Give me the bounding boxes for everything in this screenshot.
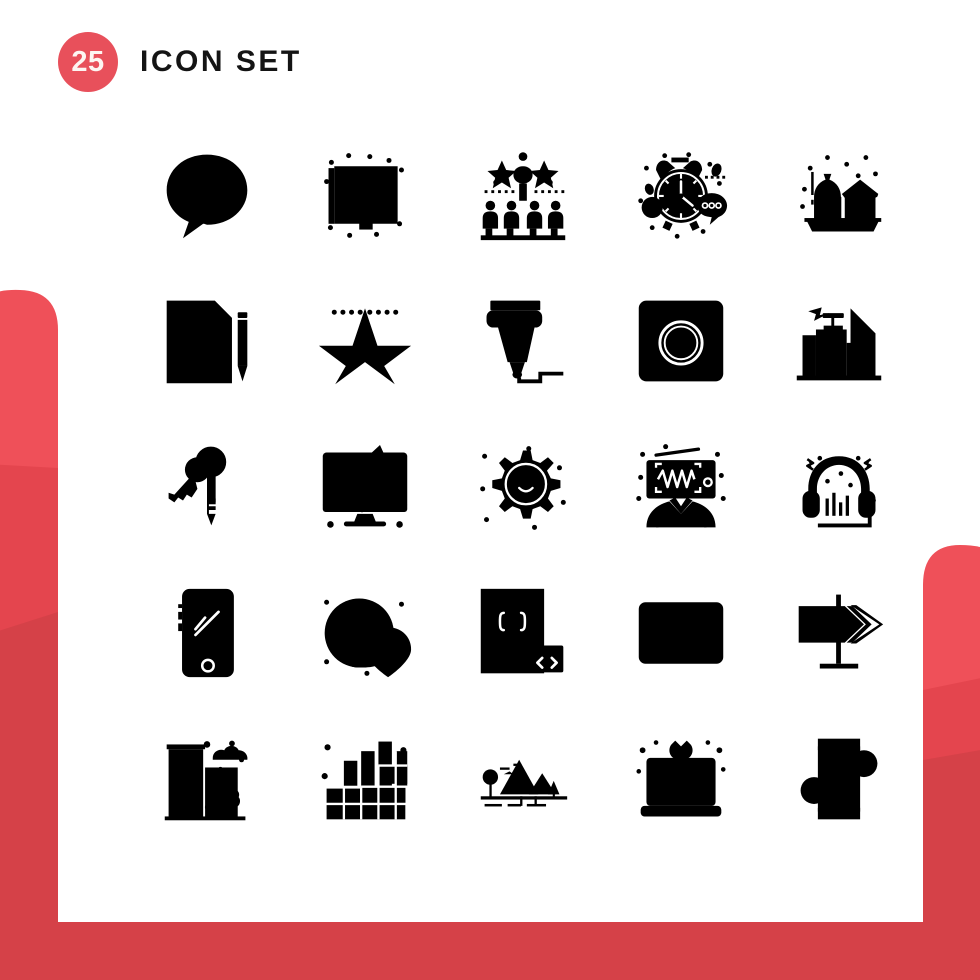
deco-band-mid-left [0,464,58,900]
deco-shape-right [923,545,980,980]
svg-text:$: $ [649,201,656,215]
film-caption-text: THE END [651,627,711,642]
leadership-team-icon-cell[interactable] [444,122,602,268]
direction-signpost-icon-cell[interactable] [760,560,918,706]
deco-band-dark-left [0,612,58,935]
radio-head-person-icon-cell[interactable] [602,414,760,560]
icon-count-badge: 25 [58,32,118,92]
keys-icon-cell[interactable] [128,414,286,560]
icon-grid: $ $ THE END [128,122,918,852]
laptop-repair-icon-cell[interactable] [602,706,760,852]
global-location-icon[interactable] [317,585,413,681]
global-location-icon-cell[interactable] [286,560,444,706]
secure-chat-icon[interactable] [159,147,255,243]
digital-marketing-icon[interactable] [317,439,413,535]
open-book-report-icon-cell[interactable] [286,122,444,268]
page-title: Icon Set [140,45,302,78]
security-settings-icon[interactable] [475,439,571,535]
headphones-icon-cell[interactable] [760,414,918,560]
deco-bottom-band [0,922,980,980]
leadership-team-icon[interactable] [475,147,571,243]
mobile-video-users-icon-cell[interactable] [760,706,918,852]
electric-shaver-icon-cell[interactable] [444,268,602,414]
time-is-money-icon[interactable]: $ [633,147,729,243]
deco-band-dark-right [923,750,980,935]
open-book-report-icon[interactable] [317,147,413,243]
smartphone-icon-cell[interactable] [128,560,286,706]
security-settings-icon-cell[interactable] [444,414,602,560]
digital-marketing-icon-cell[interactable] [286,414,444,560]
web-info-icon-cell[interactable] [602,268,760,414]
content-writing-icon[interactable] [159,293,255,389]
headphones-icon[interactable] [791,439,887,535]
film-the-end-icon-cell[interactable]: THE END [602,560,760,706]
bar-chart-blocks-icon[interactable] [317,731,413,827]
city-buildings-icon[interactable] [791,293,887,389]
content-writing-icon-cell[interactable] [128,268,286,414]
icon-set-poster: 25 Icon Set [0,0,980,980]
bar-chart-blocks-icon-cell[interactable] [286,706,444,852]
smartphone-icon[interactable] [159,585,255,681]
film-the-end-icon[interactable]: THE END [633,585,729,681]
mobile-video-users-icon[interactable] [791,731,887,827]
city-buildings-icon-cell[interactable] [760,268,918,414]
content-card: 25 Icon Set [58,0,923,922]
urban-buildings-icon-cell[interactable] [128,706,286,852]
laptop-repair-icon[interactable] [633,731,729,827]
time-is-money-icon-cell[interactable]: $ [602,122,760,268]
code-document-icon-cell[interactable] [444,560,602,706]
poster-header: 25 Icon Set [58,30,302,94]
deco-shape-left [0,289,58,980]
keys-icon[interactable] [159,439,255,535]
electric-shaver-icon[interactable] [475,293,571,389]
radio-head-person-icon[interactable] [633,439,729,535]
secure-chat-icon-cell[interactable] [128,122,286,268]
home-loan-icon[interactable]: $ [791,147,887,243]
mountain-landscape-icon-cell[interactable] [444,706,602,852]
home-loan-icon-cell[interactable]: $ [760,122,918,268]
mountain-landscape-icon[interactable] [475,731,571,827]
urban-buildings-icon[interactable] [159,731,255,827]
star-rating-icon[interactable] [317,293,413,389]
deco-band-mid-right [923,678,980,900]
direction-signpost-icon[interactable] [791,585,887,681]
web-info-icon[interactable] [633,293,729,389]
code-document-icon[interactable] [475,585,571,681]
star-rating-icon-cell[interactable] [286,268,444,414]
